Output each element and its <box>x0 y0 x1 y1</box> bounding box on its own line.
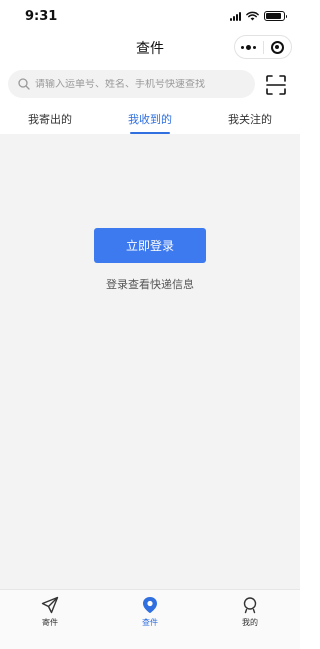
tabbar-label-send: 寄件 <box>42 618 58 627</box>
paper-plane-icon <box>41 596 59 614</box>
signal-icon <box>230 11 241 21</box>
tab-followed-label: 我关注的 <box>228 113 272 126</box>
tab-sent[interactable]: 我寄出的 <box>10 111 90 127</box>
search-box[interactable] <box>8 70 255 98</box>
status-time: 9:31 <box>25 9 58 24</box>
close-mini-program-button[interactable] <box>264 36 292 58</box>
status-icons <box>230 11 287 21</box>
tab-received-label: 我收到的 <box>128 113 172 126</box>
tab-sent-label: 我寄出的 <box>28 113 72 126</box>
scan-button[interactable] <box>265 74 287 96</box>
tabbar-item-query[interactable]: 查件 <box>120 596 180 628</box>
tabbar-label-query: 查件 <box>142 618 158 627</box>
more-dots-icon <box>241 44 257 50</box>
login-hint: 登录查看快递信息 <box>106 278 194 291</box>
nav-bar: 查件 <box>0 34 300 62</box>
battery-icon <box>264 11 287 21</box>
location-pin-icon <box>143 597 157 613</box>
login-button[interactable]: 立即登录 <box>94 228 206 263</box>
main-content: 立即登录 登录查看快递信息 <box>0 134 300 589</box>
bottom-tab-bar: 寄件 查件 我的 <box>0 589 300 649</box>
search-icon <box>18 78 30 90</box>
scan-icon <box>266 75 286 95</box>
tab-received[interactable]: 我收到的 <box>110 111 190 134</box>
wifi-icon <box>246 11 259 21</box>
mini-program-capsule <box>234 35 292 59</box>
tabbar-item-mine[interactable]: 我的 <box>220 596 280 628</box>
more-button[interactable] <box>235 36 263 58</box>
tabbar-label-mine: 我的 <box>242 618 258 627</box>
tab-followed[interactable]: 我关注的 <box>210 111 290 127</box>
tab-bar-top: 我寄出的 我收到的 我关注的 <box>0 104 300 134</box>
search-row <box>0 62 300 104</box>
status-bar: 9:31 <box>0 0 300 34</box>
user-icon <box>243 597 257 614</box>
tabbar-item-send[interactable]: 寄件 <box>20 596 80 628</box>
search-input[interactable] <box>35 78 245 90</box>
battery-level <box>266 13 282 19</box>
target-circle-icon <box>270 40 284 54</box>
